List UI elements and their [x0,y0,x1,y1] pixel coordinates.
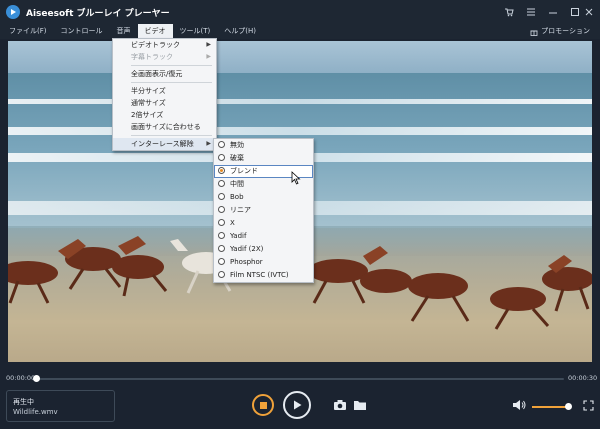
current-time: 00:00:00 [6,374,36,382]
menu-item-half-size[interactable]: 半分サイズ [113,85,216,97]
option-label: Yadif (2X) [230,245,264,253]
app-logo-icon [6,5,20,19]
menu-item-fit-screen[interactable]: 画面サイズに合わせる [113,121,216,133]
speaker-icon [513,400,526,410]
option-label: Yadif [230,232,247,240]
close-button[interactable] [578,0,600,24]
menu-tools[interactable]: ツール(T) [173,24,218,39]
radio-icon [218,258,225,265]
stop-icon [259,401,267,409]
open-folder-button[interactable] [352,398,368,412]
menu-item-deinterlace[interactable]: インターレース解除 ▶ [113,138,216,150]
menu-item-label: 通常サイズ [131,99,166,107]
volume-handle[interactable] [565,403,572,410]
menu-item-label: 画面サイズに合わせる [131,123,201,131]
cart-icon[interactable] [498,0,520,24]
deinterlace-option-discard[interactable]: 破棄 [214,152,313,165]
radio-icon [218,206,225,213]
menu-separator [131,135,212,136]
window-title: Aiseesoft ブルーレイ プレーヤー [26,8,170,19]
menu-item-label: 2倍サイズ [131,111,164,119]
deinterlace-submenu: 無効 破棄 ブレンド 中間 Bob リニア X Yadif Yadif (2X)… [213,138,314,283]
menu-item-label: 全画面表示/復元 [131,70,183,78]
option-label: 無効 [230,141,244,149]
radio-selected-icon [218,167,225,174]
radio-icon [218,180,225,187]
stop-button[interactable] [252,394,274,416]
menu-item-label: ビデオトラック [131,41,180,49]
option-label: 中間 [230,180,244,188]
minimize-button[interactable] [542,0,564,24]
fullscreen-button[interactable] [580,398,596,412]
menu-item-fullscreen[interactable]: 全画面表示/復元 [113,68,216,80]
option-label: Bob [230,193,244,201]
radio-icon [218,245,225,252]
menu-control[interactable]: コントロール [54,24,110,39]
submenu-arrow-icon: ▶ [206,140,211,147]
menu-item-label: 半分サイズ [131,87,166,95]
volume-button[interactable] [511,398,527,412]
menu-item-video-track[interactable]: ビデオトラック ▶ [113,39,216,51]
menu-bar: ファイル(F) コントロール 音声 ビデオ ツール(T) ヘルプ(H) [0,24,600,39]
folder-icon [354,401,366,410]
option-label: 破棄 [230,154,244,162]
option-label: リニア [230,206,251,214]
snapshot-button[interactable] [332,398,348,412]
option-label: X [230,219,235,227]
radio-icon [218,154,225,161]
radio-icon [218,193,225,200]
camera-icon [334,400,346,410]
menu-file[interactable]: ファイル(F) [2,24,54,39]
submenu-arrow-icon: ▶ [206,41,211,48]
video-menu-dropdown: ビデオトラック ▶ 字幕トラック ▶ 全画面表示/復元 半分サイズ 通常サイズ 2倍… [112,38,217,151]
gift-icon [530,30,538,36]
menu-separator [131,65,212,66]
deinterlace-option-disabled[interactable]: 無効 [214,139,313,152]
radio-icon [218,232,225,239]
menu-item-label: インターレース解除 [131,140,194,148]
deinterlace-option-yadif[interactable]: Yadif [214,230,313,243]
menu-item-normal-size[interactable]: 通常サイズ [113,97,216,109]
menu-item-label: 字幕トラック [131,53,173,61]
menu-icon[interactable] [520,0,542,24]
option-label: Film NTSC (IVTC) [230,271,289,279]
seek-handle[interactable] [33,375,40,382]
deinterlace-option-film-ntsc[interactable]: Film NTSC (IVTC) [214,269,313,282]
menu-item-double-size[interactable]: 2倍サイズ [113,109,216,121]
option-label: ブレンド [230,167,258,175]
promotion-link[interactable]: プロモーション [530,24,590,39]
mouse-cursor-icon [291,171,301,185]
deinterlace-option-linear[interactable]: リニア [214,204,313,217]
control-bar: 再生中 Wildlife.wmv [0,386,600,429]
deinterlace-option-bob[interactable]: Bob [214,191,313,204]
radio-icon [218,141,225,148]
radio-icon [218,219,225,226]
menu-help[interactable]: ヘルプ(H) [217,24,263,39]
play-icon [294,400,302,410]
deinterlace-option-x[interactable]: X [214,217,313,230]
seek-bar[interactable] [36,378,564,380]
status-box: 再生中 Wildlife.wmv [6,390,115,422]
menu-item-subtitle-track: 字幕トラック ▶ [113,51,216,63]
promotion-label: プロモーション [541,27,590,35]
deinterlace-option-yadif-2x[interactable]: Yadif (2X) [214,243,313,256]
playback-state: 再生中 [13,398,34,406]
file-name: Wildlife.wmv [13,408,58,416]
menu-separator [131,82,212,83]
play-button[interactable] [283,391,311,419]
radio-icon [218,271,225,278]
menu-audio[interactable]: 音声 [110,24,138,39]
menu-video[interactable]: ビデオ [137,24,173,39]
fullscreen-icon [582,399,594,411]
deinterlace-option-phosphor[interactable]: Phosphor [214,256,313,269]
total-time: 00:00:30 [568,374,598,382]
option-label: Phosphor [230,258,263,266]
progress-row: 00:00:00 00:00:30 [0,372,600,386]
submenu-arrow-icon: ▶ [206,53,211,60]
